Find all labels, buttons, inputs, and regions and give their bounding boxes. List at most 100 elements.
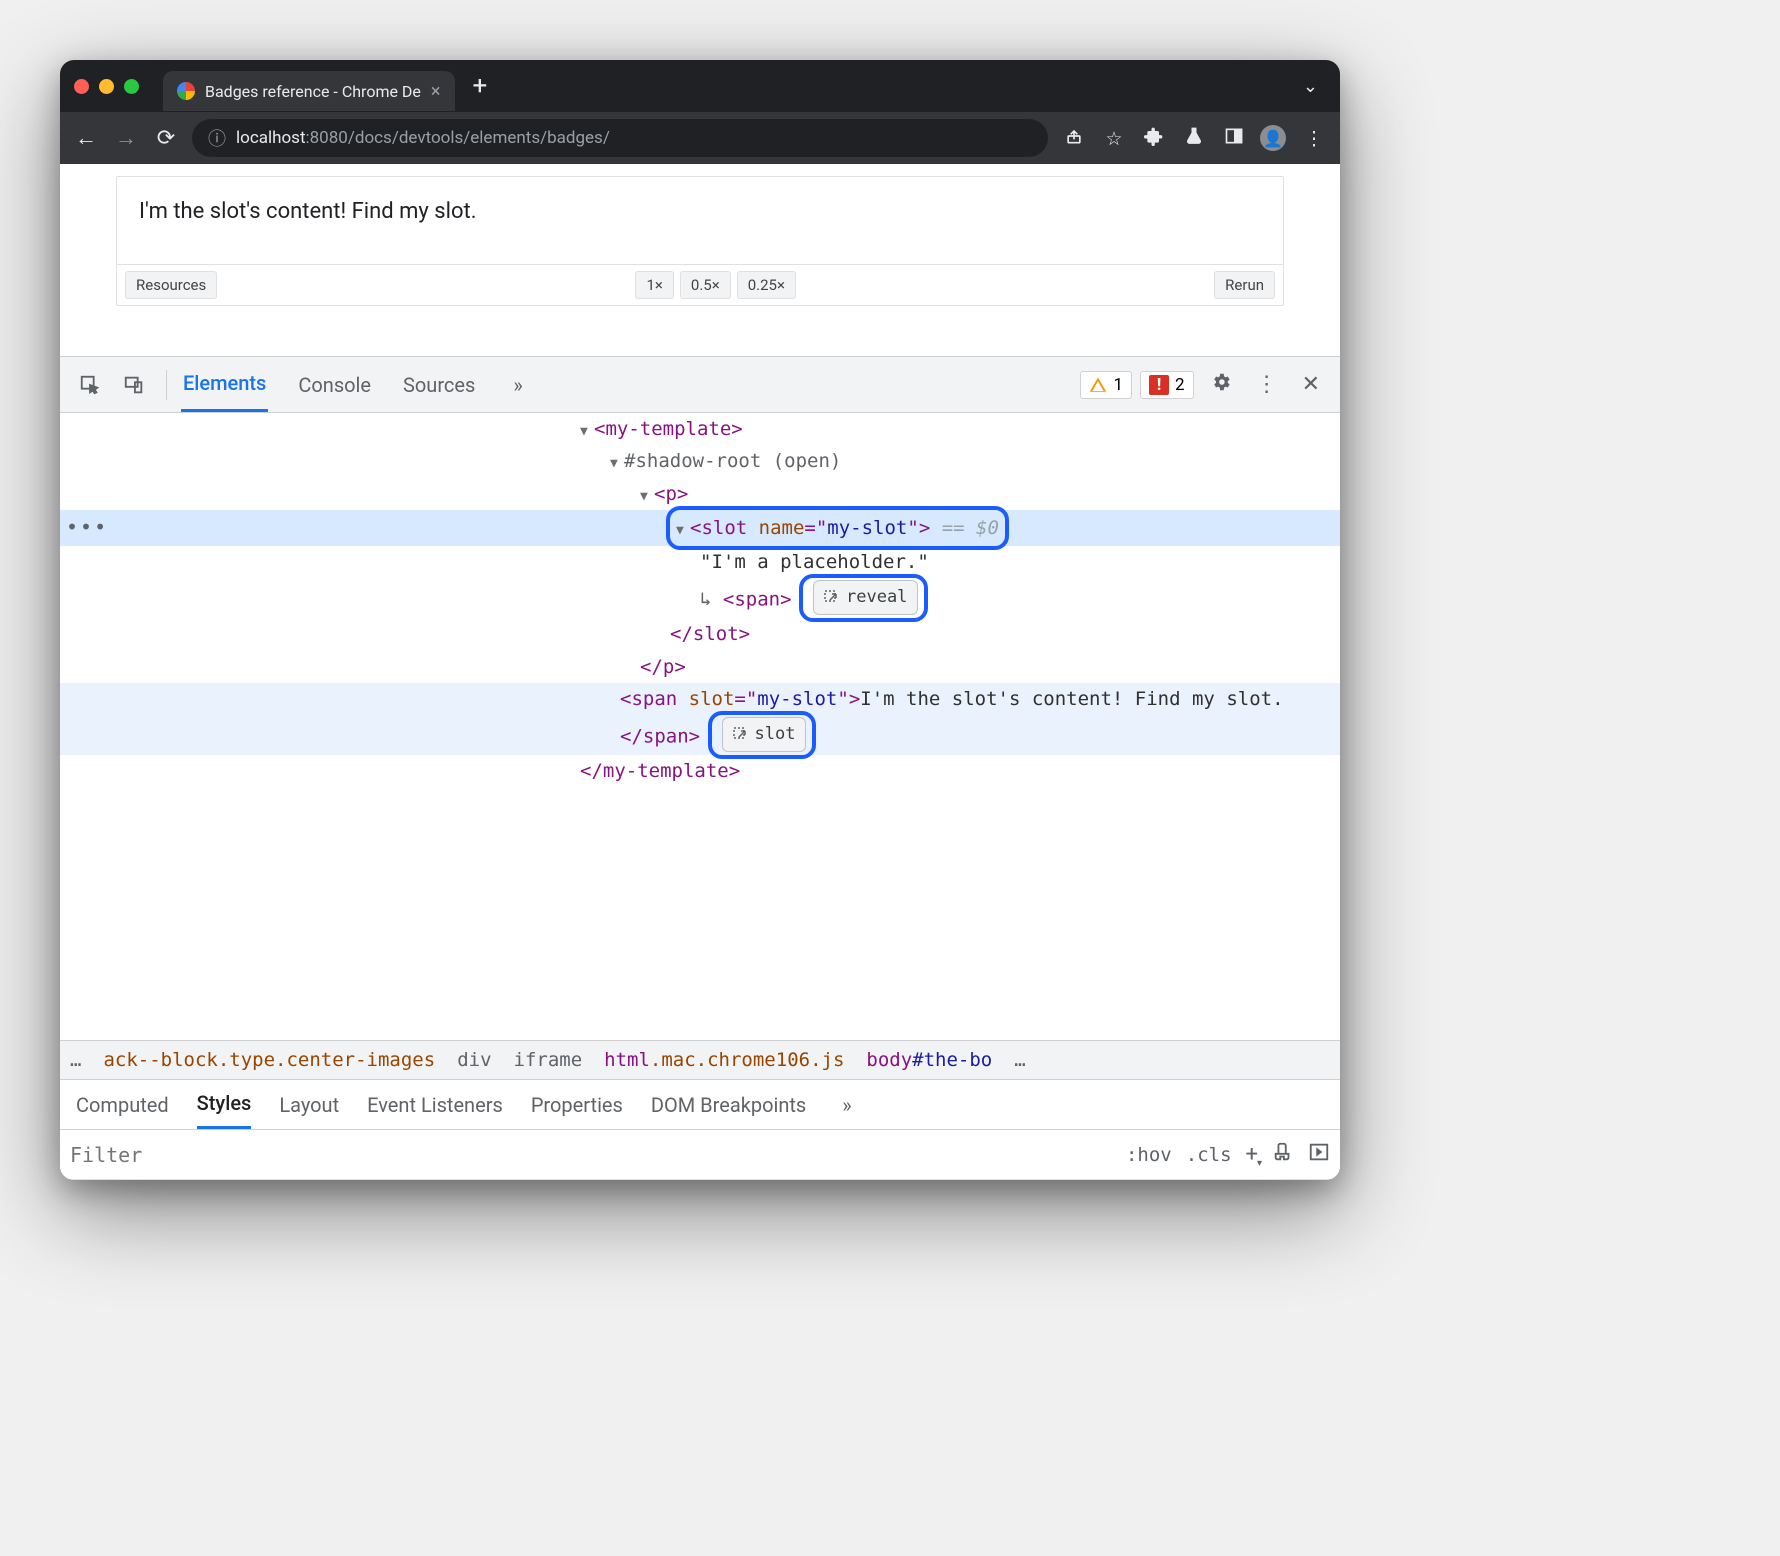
chrome-favicon-icon bbox=[177, 82, 195, 100]
highlight-ring: reveal bbox=[803, 578, 924, 618]
subtab-properties[interactable]: Properties bbox=[531, 1080, 623, 1129]
dom-row-slot-close[interactable]: </slot> bbox=[60, 618, 1340, 650]
site-info-icon[interactable]: ⓘ bbox=[208, 125, 226, 151]
row-actions-icon[interactable]: ••• bbox=[66, 510, 108, 544]
subtab-event-listeners[interactable]: Event Listeners bbox=[367, 1080, 503, 1129]
crumb-item[interactable]: body#the-bo bbox=[866, 1049, 992, 1071]
reveal-badge[interactable]: reveal bbox=[813, 580, 918, 615]
styles-filter-input[interactable] bbox=[70, 1143, 1112, 1167]
minimize-window-button[interactable] bbox=[99, 79, 114, 94]
tab-sources[interactable]: Sources bbox=[401, 357, 477, 412]
fullscreen-button[interactable] bbox=[124, 79, 139, 94]
devtools-menu-icon[interactable]: ⋮ bbox=[1248, 372, 1286, 397]
dom-row-slot-open[interactable]: ••• ▼<slot name="my-slot"> == $0 bbox=[60, 510, 1340, 546]
errors-count: 2 bbox=[1175, 375, 1185, 395]
url-input[interactable]: ⓘ localhost:8080/docs/devtools/elements/… bbox=[192, 119, 1048, 157]
dom-row-my-template-open[interactable]: ▼<my-template> bbox=[60, 413, 1340, 445]
reload-button[interactable]: ⟳ bbox=[152, 126, 180, 151]
zoom-025x-button[interactable]: 0.25× bbox=[737, 271, 796, 299]
address-bar: ← → ⟳ ⓘ localhost:8080/docs/devtools/ele… bbox=[60, 112, 1340, 164]
expand-caret-icon[interactable]: ▼ bbox=[640, 486, 654, 508]
url-port: :8080 bbox=[306, 128, 348, 148]
slot-target-icon bbox=[733, 727, 749, 743]
tab-strip: Badges reference - Chrome De × + ⌄ bbox=[60, 60, 1340, 112]
labs-flask-icon[interactable] bbox=[1180, 126, 1208, 151]
demo-footer: Resources 1× 0.5× 0.25× Rerun bbox=[117, 265, 1283, 305]
highlight-ring: slot bbox=[712, 715, 813, 755]
dom-tree[interactable]: ▼<my-template> ▼#shadow-root (open) ▼<p>… bbox=[60, 413, 1340, 1040]
zoom-1x-button[interactable]: 1× bbox=[635, 271, 673, 299]
styles-filter-row: :hov .cls +▾ bbox=[60, 1130, 1340, 1180]
new-tab-button[interactable]: + bbox=[465, 71, 496, 101]
profile-avatar-icon[interactable]: 👤 bbox=[1260, 125, 1288, 151]
close-tab-icon[interactable]: × bbox=[431, 81, 441, 102]
window-controls bbox=[74, 79, 139, 94]
devtools-tabs: Elements Console Sources » bbox=[181, 357, 531, 412]
tab-console[interactable]: Console bbox=[296, 357, 373, 412]
tabs-dropdown-icon[interactable]: ⌄ bbox=[1295, 76, 1326, 97]
crumb-overflow-left[interactable]: … bbox=[70, 1049, 81, 1071]
dom-row-p-open[interactable]: ▼<p> bbox=[60, 478, 1340, 510]
dom-row-reveal-link[interactable]: ↳ <span> reveal bbox=[60, 578, 1340, 618]
dom-row-my-template-close[interactable]: </my-template> bbox=[60, 755, 1340, 787]
toggle-sidebar-icon[interactable] bbox=[1308, 1141, 1330, 1169]
back-button[interactable]: ← bbox=[72, 125, 100, 151]
tab-title: Badges reference - Chrome De bbox=[205, 82, 421, 101]
slot-badge[interactable]: slot bbox=[722, 717, 807, 752]
errors-badge[interactable]: ! 2 bbox=[1140, 371, 1194, 399]
crumb-item[interactable]: div bbox=[457, 1049, 491, 1071]
device-toggle-icon[interactable] bbox=[116, 367, 152, 403]
reveal-target-icon bbox=[824, 590, 840, 606]
browser-window: Badges reference - Chrome De × + ⌄ ← → ⟳… bbox=[60, 60, 1340, 1180]
new-style-rule-icon[interactable]: +▾ bbox=[1246, 1142, 1258, 1167]
crumb-item[interactable]: html.mac.chrome106.js bbox=[604, 1049, 844, 1071]
forward-button[interactable]: → bbox=[112, 125, 140, 151]
url-host: localhost bbox=[236, 128, 306, 148]
extensions-puzzle-icon[interactable] bbox=[1140, 126, 1168, 151]
dom-row-shadow-root[interactable]: ▼#shadow-root (open) bbox=[60, 445, 1340, 477]
close-window-button[interactable] bbox=[74, 79, 89, 94]
expand-caret-icon[interactable]: ▼ bbox=[676, 520, 690, 542]
expand-caret-icon[interactable]: ▼ bbox=[610, 453, 624, 475]
styles-subnav: Computed Styles Layout Event Listeners P… bbox=[60, 1080, 1340, 1130]
rerun-button[interactable]: Rerun bbox=[1214, 271, 1275, 299]
subtab-layout[interactable]: Layout bbox=[279, 1080, 339, 1129]
dom-row-span-slotted[interactable]: <span slot="my-slot">I'm the slot's cont… bbox=[60, 683, 1340, 755]
demo-body-text: I'm the slot's content! Find my slot. bbox=[117, 177, 1283, 265]
crumb-item[interactable]: iframe bbox=[514, 1049, 583, 1071]
browser-menu-icon[interactable]: ⋮ bbox=[1300, 127, 1328, 150]
resources-button[interactable]: Resources bbox=[125, 271, 217, 299]
expand-caret-icon[interactable]: ▼ bbox=[580, 421, 594, 443]
warnings-count: 1 bbox=[1113, 375, 1123, 395]
zoom-controls: 1× 0.5× 0.25× bbox=[635, 271, 796, 299]
more-subtabs-icon[interactable]: » bbox=[834, 1093, 859, 1117]
url-path: /docs/devtools/elements/badges/ bbox=[348, 128, 610, 148]
paint-brush-icon[interactable] bbox=[1272, 1141, 1294, 1169]
dom-row-p-close[interactable]: </p> bbox=[60, 651, 1340, 683]
settings-gear-icon[interactable] bbox=[1202, 371, 1240, 399]
zoom-05x-button[interactable]: 0.5× bbox=[680, 271, 731, 299]
devtools-toolbar: Elements Console Sources » 1 ! 2 ⋮ ✕ bbox=[60, 357, 1340, 413]
tab-elements[interactable]: Elements bbox=[181, 357, 268, 412]
highlight-ring: ▼<slot name="my-slot"> == $0 bbox=[670, 510, 1005, 546]
warnings-badge[interactable]: 1 bbox=[1080, 371, 1132, 399]
dom-breadcrumb[interactable]: … ack--block.type.center-images div ifra… bbox=[60, 1040, 1340, 1080]
subtab-dom-breakpoints[interactable]: DOM Breakpoints bbox=[651, 1080, 806, 1129]
devtools-close-icon[interactable]: ✕ bbox=[1294, 372, 1328, 397]
reading-list-panel-icon[interactable] bbox=[1220, 126, 1248, 151]
crumb-item[interactable]: ack--block.type.center-images bbox=[103, 1049, 435, 1071]
subtab-computed[interactable]: Computed bbox=[76, 1080, 169, 1129]
devtools-panel: Elements Console Sources » 1 ! 2 ⋮ ✕ bbox=[60, 356, 1340, 1180]
bookmark-star-icon[interactable]: ☆ bbox=[1100, 127, 1128, 150]
cls-toggle[interactable]: .cls bbox=[1186, 1144, 1232, 1166]
hov-toggle[interactable]: :hov bbox=[1126, 1144, 1172, 1166]
crumb-overflow-right[interactable]: … bbox=[1014, 1049, 1025, 1071]
more-tabs-icon[interactable]: » bbox=[505, 373, 530, 397]
dom-row-placeholder-text[interactable]: "I'm a placeholder." bbox=[60, 546, 1340, 578]
page-viewport: I'm the slot's content! Find my slot. Re… bbox=[60, 164, 1340, 306]
inspect-element-icon[interactable] bbox=[72, 367, 108, 403]
browser-tab[interactable]: Badges reference - Chrome De × bbox=[163, 71, 455, 111]
subtab-styles[interactable]: Styles bbox=[197, 1080, 252, 1129]
demo-frame: I'm the slot's content! Find my slot. Re… bbox=[116, 176, 1284, 306]
share-icon[interactable] bbox=[1060, 126, 1088, 151]
